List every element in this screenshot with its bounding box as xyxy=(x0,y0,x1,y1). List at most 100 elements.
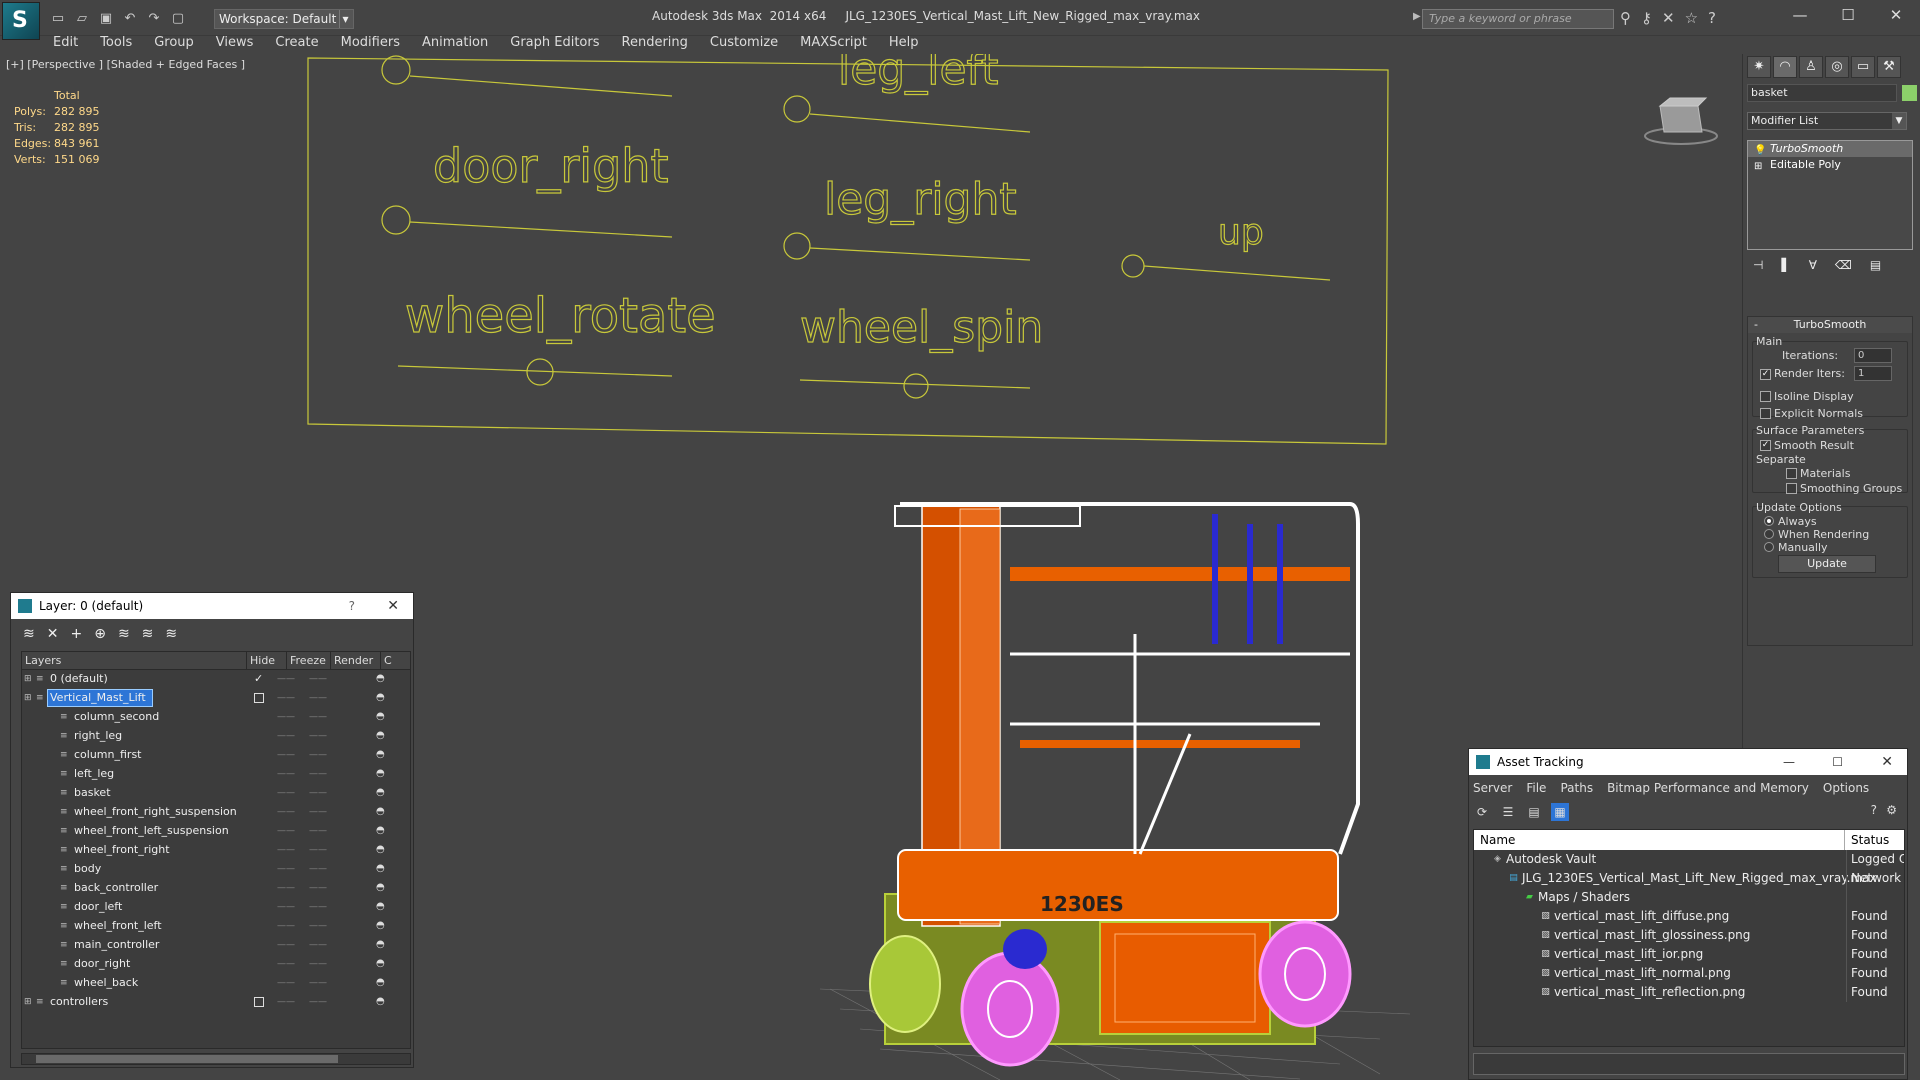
render-teapot-icon[interactable]: ◓ xyxy=(376,708,385,726)
update-always-radio[interactable] xyxy=(1764,516,1774,526)
menu-group[interactable]: Group xyxy=(143,34,205,54)
col-color[interactable]: C xyxy=(380,652,392,669)
layer-name[interactable]: 0 (default) xyxy=(48,671,114,687)
freeze-toggle[interactable]: —— xyxy=(309,993,327,1011)
highlight-layer-icon[interactable]: ≋ xyxy=(118,626,130,642)
layer-row[interactable]: ≡ door_left —— —— ◓ xyxy=(22,898,410,917)
hide-toggle[interactable]: —— xyxy=(277,955,295,973)
current-layer-check-icon[interactable]: ✓ xyxy=(254,670,263,688)
layer-dialog-titlebar[interactable]: Layer: 0 (default) ? ✕ xyxy=(11,593,413,619)
layer-row[interactable]: ≡ wheel_front_right_suspension —— —— ◓ xyxy=(22,803,410,822)
expand-icon[interactable]: ⊞ xyxy=(24,997,34,1007)
layer-name[interactable]: door_left xyxy=(72,899,128,915)
freeze-toggle[interactable]: —— xyxy=(309,841,327,859)
menu-tools[interactable]: Tools xyxy=(89,34,143,54)
layer-row[interactable]: ≡ body —— —— ◓ xyxy=(22,860,410,879)
freeze-toggle[interactable]: —— xyxy=(309,917,327,935)
maximize-icon[interactable]: ☐ xyxy=(1832,749,1843,775)
freeze-toggle[interactable]: —— xyxy=(309,765,327,783)
layer-name[interactable]: Vertical_Mast_Lift xyxy=(47,689,153,707)
layer-name[interactable]: right_leg xyxy=(72,728,128,744)
render-teapot-icon[interactable]: ◓ xyxy=(376,784,385,802)
configure-sets-icon[interactable]: ▤ xyxy=(1870,258,1881,272)
render-teapot-icon[interactable]: ◓ xyxy=(376,727,385,745)
render-teapot-icon[interactable]: ◓ xyxy=(376,917,385,935)
tree-view-icon[interactable]: ▤ xyxy=(1525,803,1543,821)
layer-row[interactable]: ≡ right_leg —— —— ◓ xyxy=(22,727,410,746)
hide-all-icon[interactable]: ≋ xyxy=(142,626,154,642)
close-icon[interactable]: ✕ xyxy=(1881,749,1893,775)
menu-help[interactable]: Help xyxy=(878,34,930,54)
delete-layer-icon[interactable]: ✕ xyxy=(47,626,59,642)
star-icon[interactable]: ☆ xyxy=(1685,9,1698,27)
make-unique-icon[interactable]: ∀ xyxy=(1809,258,1817,272)
hide-toggle[interactable]: —— xyxy=(277,822,295,840)
freeze-toggle[interactable]: —— xyxy=(309,955,327,973)
layer-row[interactable]: ≡ wheel_back —— —— ◓ xyxy=(22,974,410,993)
layer-name[interactable]: wheel_front_right_suspension xyxy=(72,804,243,820)
hide-toggle[interactable]: —— xyxy=(277,993,295,1011)
col-layers[interactable]: Layers xyxy=(22,652,61,669)
layer-name[interactable]: column_first xyxy=(72,747,148,763)
update-when-rendering-radio[interactable] xyxy=(1764,529,1774,539)
render-teapot-icon[interactable]: ◓ xyxy=(376,765,385,783)
scrollbar-thumb[interactable] xyxy=(36,1055,338,1063)
hold-icon[interactable]: ▢ xyxy=(168,10,188,28)
layer-row[interactable]: ≡ back_controller —— —— ◓ xyxy=(22,879,410,898)
save-icon[interactable]: ▣ xyxy=(96,10,116,28)
layer-name[interactable]: left_leg xyxy=(72,766,120,782)
asset-menu-file[interactable]: File xyxy=(1526,781,1546,795)
help-icon[interactable]: ? xyxy=(1871,803,1877,817)
app-menu-button[interactable]: S xyxy=(2,2,40,40)
render-teapot-icon[interactable]: ◓ xyxy=(376,670,385,688)
layer-row[interactable]: ≡ wheel_front_left —— —— ◓ xyxy=(22,917,410,936)
modifier-list-dropdown[interactable]: Modifier List ▼ xyxy=(1747,112,1907,130)
hide-toggle[interactable]: —— xyxy=(277,746,295,764)
hierarchy-tab-icon[interactable]: ♙ xyxy=(1799,56,1823,78)
separate-smoothing-checkbox[interactable] xyxy=(1786,483,1797,494)
asset-row[interactable]: ▧ vertical_mast_lift_reflection.png Found xyxy=(1474,983,1904,1002)
undo-icon[interactable]: ↶ xyxy=(120,10,140,28)
stack-item-editable-poly[interactable]: ⊞ Editable Poly xyxy=(1748,157,1912,173)
asset-dialog-titlebar[interactable]: Asset Tracking — ☐ ✕ xyxy=(1469,749,1907,775)
hide-toggle[interactable]: —— xyxy=(277,689,295,707)
freeze-toggle[interactable]: —— xyxy=(309,803,327,821)
render-teapot-icon[interactable]: ◓ xyxy=(376,898,385,916)
layer-row[interactable]: ≡ left_leg —— —— ◓ xyxy=(22,765,410,784)
col-hide[interactable]: Hide xyxy=(246,652,286,669)
render-iters-spinner[interactable]: 1 xyxy=(1854,366,1892,381)
hide-toggle[interactable]: —— xyxy=(277,841,295,859)
menu-modifiers[interactable]: Modifiers xyxy=(330,34,411,54)
render-teapot-icon[interactable]: ◓ xyxy=(376,822,385,840)
render-teapot-icon[interactable]: ◓ xyxy=(376,974,385,992)
render-teapot-icon[interactable]: ◓ xyxy=(376,879,385,897)
render-teapot-icon[interactable]: ◓ xyxy=(376,860,385,878)
search-expand-icon[interactable]: ▶ xyxy=(1413,11,1421,22)
update-manually-radio[interactable] xyxy=(1764,542,1774,552)
asset-row[interactable]: ▧ vertical_mast_lift_ior.png Found xyxy=(1474,945,1904,964)
horizontal-scrollbar[interactable] xyxy=(21,1053,411,1065)
asset-menu-paths[interactable]: Paths xyxy=(1560,781,1593,795)
layer-row[interactable]: ⊞ ≡ 0 (default) ✓ —— —— ◓ xyxy=(22,670,410,689)
menu-customize[interactable]: Customize xyxy=(699,34,789,54)
freeze-all-icon[interactable]: ≋ xyxy=(165,626,177,642)
freeze-toggle[interactable]: —— xyxy=(309,784,327,802)
display-tab-icon[interactable]: ▭ xyxy=(1851,56,1875,78)
layer-row[interactable]: ⊞ ≡ Vertical_Mast_Lift —— —— ◓ xyxy=(22,689,410,708)
minimize-button[interactable]: — xyxy=(1776,0,1824,32)
layer-name[interactable]: wheel_front_left xyxy=(72,918,168,934)
object-name-field[interactable]: basket xyxy=(1747,84,1897,102)
utilities-tab-icon[interactable]: ⚒ xyxy=(1877,56,1901,78)
menu-graph-editors[interactable]: Graph Editors xyxy=(499,34,610,54)
menu-edit[interactable]: Edit xyxy=(42,34,89,54)
hide-toggle[interactable]: —— xyxy=(277,784,295,802)
close-button[interactable]: ✕ xyxy=(1872,0,1920,32)
asset-row[interactable]: ▧ vertical_mast_lift_glossiness.png Found xyxy=(1474,926,1904,945)
binoculars-icon[interactable]: ⚲ xyxy=(1620,9,1631,27)
refresh-icon[interactable]: ⟳ xyxy=(1473,803,1491,821)
render-teapot-icon[interactable]: ◓ xyxy=(376,936,385,954)
layer-name[interactable]: column_second xyxy=(72,709,165,725)
col-status[interactable]: Status xyxy=(1844,830,1889,850)
minimize-icon[interactable]: — xyxy=(1783,749,1795,775)
close-icon[interactable]: ✕ xyxy=(387,593,399,619)
